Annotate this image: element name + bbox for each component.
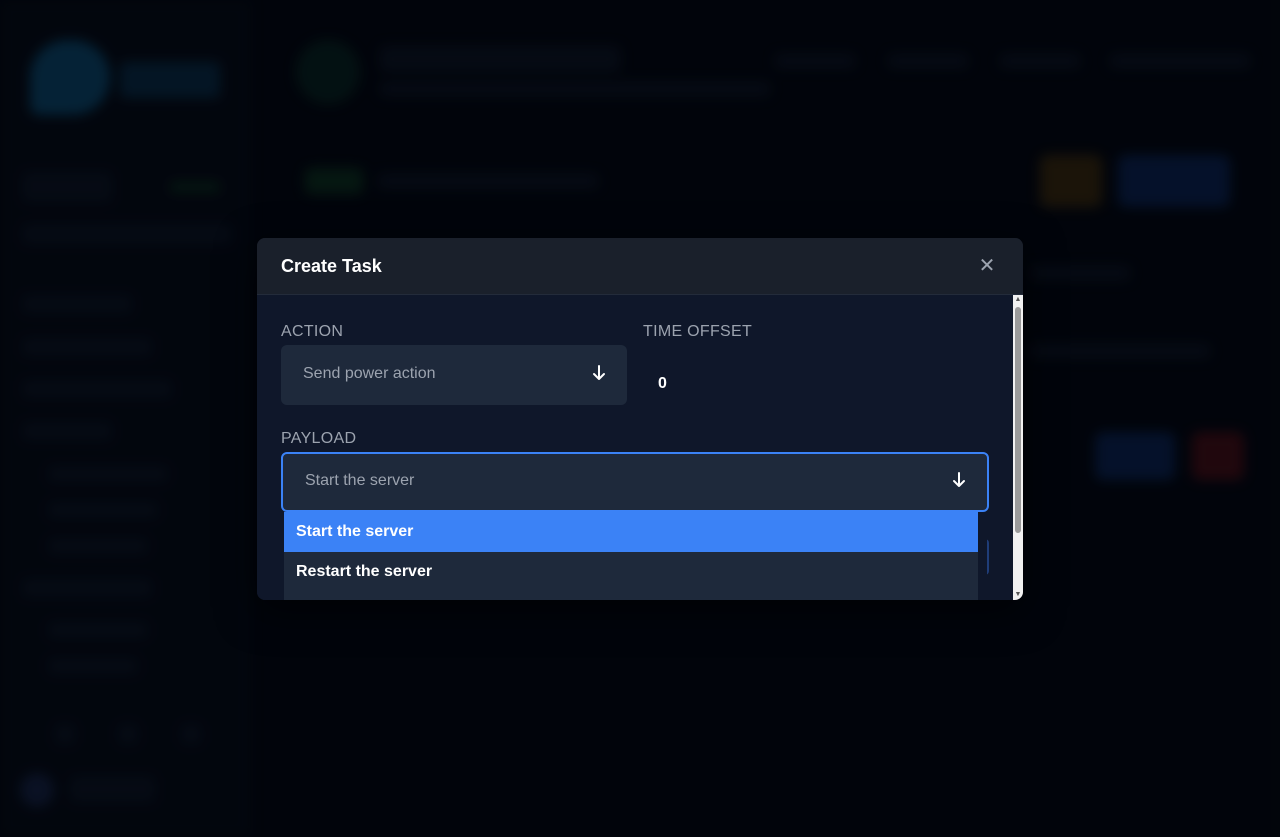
modal-body: ACTION Send power action TIME OFFSET 0 P… <box>257 295 1013 600</box>
create-task-modal: Create Task ✕ ACTION Send power action T… <box>257 238 1023 600</box>
action-select[interactable]: Send power action <box>281 345 627 405</box>
modal-header: Create Task ✕ <box>257 238 1023 295</box>
scroll-down-icon[interactable]: ▼ <box>1013 590 1023 600</box>
close-icon[interactable]: ✕ <box>975 255 999 279</box>
time-offset-input[interactable]: 0 <box>658 375 667 393</box>
action-label: ACTION <box>281 323 344 340</box>
payload-select[interactable]: Start the server <box>281 452 989 512</box>
dropdown-option-start[interactable]: Start the server <box>284 512 978 552</box>
payload-select-value: Start the server <box>305 472 415 489</box>
scrollbar-thumb[interactable] <box>1015 307 1021 533</box>
payload-label: PAYLOAD <box>281 430 357 447</box>
modal-title: Create Task <box>281 256 382 276</box>
time-offset-label: TIME OFFSET <box>643 323 753 340</box>
action-select-value: Send power action <box>303 365 436 382</box>
payload-dropdown-list: Start the server Restart the server <box>284 512 987 600</box>
dropdown-scrollbar[interactable] <box>978 512 987 600</box>
scroll-up-icon[interactable]: ▲ <box>1013 295 1023 305</box>
dropdown-option-restart[interactable]: Restart the server <box>284 552 978 592</box>
modal-scrollbar[interactable]: ▲ ▼ <box>1013 295 1023 600</box>
arrow-down-icon <box>593 365 605 380</box>
arrow-down-icon <box>953 472 965 487</box>
